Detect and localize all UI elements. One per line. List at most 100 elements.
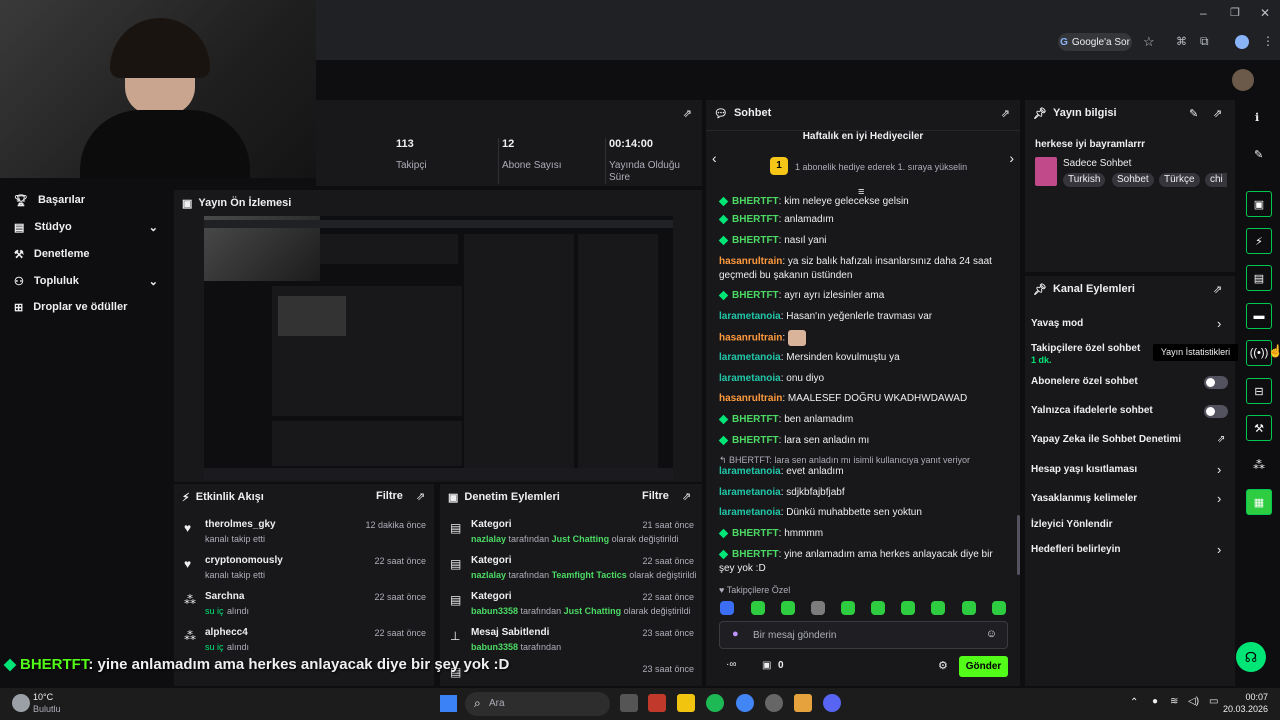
chevron-right-icon[interactable]: › xyxy=(1009,150,1014,166)
edit-pencil-icon[interactable]: ✎ xyxy=(1254,148,1263,161)
modlog-detail: nazlalay tarafından Just Chatting olarak… xyxy=(471,534,679,544)
rank-badge: 1 xyxy=(770,157,788,175)
action-ai-moderation[interactable]: Yapay Zeka ile Sohbet Denetimi ⇗ xyxy=(1025,434,1235,450)
preview-inner-cam xyxy=(278,296,346,336)
activity-filter-button[interactable]: Filtre xyxy=(376,490,403,502)
emote-icon[interactable] xyxy=(931,601,945,615)
taskbar-search[interactable]: ⌕ Ara xyxy=(465,692,610,716)
app-icon[interactable] xyxy=(765,694,783,712)
volume-icon[interactable]: ◁) xyxy=(1188,696,1199,707)
action-slow-mode[interactable]: Yavaş mod › xyxy=(1025,316,1235,334)
extensions-icon[interactable]: ⧉ xyxy=(1200,34,1209,49)
action-raid[interactable]: İzleyici Yönlendir xyxy=(1025,519,1235,535)
verified-badge-icon xyxy=(3,658,17,672)
sidebar-item-community[interactable]: ⚇ Topluluk ⌄ xyxy=(0,273,172,289)
emote-only-toggle[interactable] xyxy=(1204,405,1228,418)
pin-icon: 📌︎ xyxy=(1033,283,1047,296)
sidebar-item-drops[interactable]: ⊞ Droplar ve ödüller xyxy=(0,299,172,315)
edit-pencil-icon[interactable]: ✎ xyxy=(1189,107,1198,120)
profile-avatar[interactable] xyxy=(1235,35,1249,49)
category-thumbnail[interactable] xyxy=(1035,157,1057,186)
tag-chip[interactable]: chi xyxy=(1205,173,1227,187)
rail-activity-button[interactable]: ⚡︎ xyxy=(1246,228,1272,254)
popout-icon[interactable]: ⇗ xyxy=(1213,283,1222,296)
chat-message: larametanoia: onu diyo xyxy=(719,373,825,384)
sidebar-item-studio[interactable]: ▤ Stüdyo ⌄ xyxy=(0,219,172,235)
popout-icon[interactable]: ⇗ xyxy=(416,490,425,503)
action-account-age[interactable]: Hesap yaşı kısıtlaması › xyxy=(1025,462,1235,480)
rail-app-button[interactable]: ▦ xyxy=(1246,489,1272,515)
maximize-icon[interactable]: ❐ xyxy=(1230,6,1240,19)
emote-icon[interactable] xyxy=(811,601,825,615)
more-icon[interactable]: ⋮ xyxy=(1262,34,1274,48)
action-goals[interactable]: Hedefleri belirleyin › xyxy=(1025,542,1235,560)
rail-modlog-button[interactable]: ▤ xyxy=(1246,265,1272,291)
share-icon[interactable]: ⁂ xyxy=(1253,458,1265,472)
rail-tools-button[interactable]: ⚒︎ xyxy=(1246,415,1272,441)
tag-chip[interactable]: Turkish xyxy=(1063,173,1106,187)
app-p-icon[interactable] xyxy=(648,694,666,712)
windows-start-icon[interactable] xyxy=(440,695,457,712)
emote-icon[interactable] xyxy=(871,601,885,615)
emote-icon[interactable] xyxy=(751,601,765,615)
emote-icon[interactable] xyxy=(962,601,976,615)
send-button[interactable]: Gönder xyxy=(959,656,1008,677)
user-avatar[interactable] xyxy=(1232,69,1254,91)
popout-icon[interactable]: ⇗ xyxy=(1213,107,1222,120)
chevron-left-icon[interactable]: ‹ xyxy=(712,150,717,166)
chat-scrollbar[interactable] xyxy=(1017,515,1020,575)
chat-message: larametanoia: Dünkü muhabbette sen yoktu… xyxy=(719,507,922,518)
close-icon[interactable]: ✕ xyxy=(1260,6,1270,20)
google-ask-button[interactable]: G Google'a Sor xyxy=(1058,33,1132,51)
emote-icon[interactable] xyxy=(901,601,915,615)
taskview-icon[interactable] xyxy=(620,694,638,712)
support-headset-icon[interactable]: ☊ xyxy=(1236,642,1266,672)
discord-icon[interactable] xyxy=(823,694,841,712)
modlog-item: ⊥ Mesaj Sabitlendi 23 saat önce babun335… xyxy=(450,627,694,652)
stat-followers-label: Takipçi xyxy=(396,160,427,171)
popout-icon[interactable]: ⇗ xyxy=(683,107,692,120)
stream-preview-video[interactable] xyxy=(204,216,673,480)
rail-chat-button[interactable]: ▬ xyxy=(1246,303,1272,329)
app-icon[interactable] xyxy=(794,694,812,712)
settings-gear-icon[interactable]: ⚙ xyxy=(938,659,948,672)
sidebar: 🏆︎ Başarılar ▤ Stüdyo ⌄ ⚒︎ Denetleme ⚇ Toplu… xyxy=(0,178,172,686)
minimize-icon[interactable]: – xyxy=(1200,6,1207,20)
chat-message: hasanrultrain: xyxy=(719,330,1009,346)
emoji-icon[interactable]: ☺ xyxy=(986,628,997,640)
folder-icon[interactable] xyxy=(677,694,695,712)
chat-icon: 💬︎ xyxy=(714,107,728,120)
emote-icon[interactable] xyxy=(720,601,734,615)
subscribers-only-toggle[interactable] xyxy=(1204,376,1228,389)
action-banned-words[interactable]: Yasaklanmış kelimeler › xyxy=(1025,491,1235,509)
chevron-up-icon[interactable]: ⌃ xyxy=(1130,697,1138,708)
category-name[interactable]: Sadece Sohbet xyxy=(1063,158,1131,169)
rail-layout-button[interactable]: ⊟ xyxy=(1246,378,1272,404)
points-icon[interactable]: ▣ xyxy=(762,660,771,671)
star-icon[interactable]: ☆ xyxy=(1143,34,1155,50)
tag-chip[interactable]: Türkçe xyxy=(1159,173,1200,187)
emote-icon[interactable] xyxy=(992,601,1006,615)
chat-input[interactable]: ● Bir mesaj gönderin ☺ xyxy=(719,621,1008,649)
wifi-icon[interactable]: ≋ xyxy=(1170,696,1178,707)
emote-icon[interactable] xyxy=(841,601,855,615)
popout-icon[interactable]: ⇗ xyxy=(682,490,691,503)
emote-icon[interactable] xyxy=(781,601,795,615)
mic-icon[interactable]: ● xyxy=(1152,696,1158,707)
chat-message: BHERTFT: kim neleye gelecekse gelsin xyxy=(719,195,1009,206)
modlog-filter-button[interactable]: Filtre xyxy=(642,490,669,502)
infinity-icon[interactable]: ·∞ xyxy=(726,659,736,670)
shield-icon: ▣ xyxy=(448,491,459,504)
spotify-icon[interactable] xyxy=(706,694,724,712)
battery-icon[interactable]: ▭ xyxy=(1209,696,1218,707)
chrome-icon[interactable] xyxy=(736,694,754,712)
tag-chip[interactable]: Sohbet xyxy=(1112,173,1154,187)
sidebar-item-achievements[interactable]: 🏆︎ Başarılar xyxy=(0,192,172,208)
weather-temp[interactable]: 10°C xyxy=(33,692,53,702)
popout-icon[interactable]: ⇗ xyxy=(1001,107,1010,120)
translate-icon[interactable]: ⌘ xyxy=(1176,35,1187,48)
sidebar-item-moderation[interactable]: ⚒︎ Denetleme xyxy=(0,246,172,262)
info-icon[interactable]: ℹ xyxy=(1255,111,1259,124)
clock-time[interactable]: 00:07 xyxy=(1222,692,1268,702)
rail-preview-button[interactable]: ▣ xyxy=(1246,191,1272,217)
